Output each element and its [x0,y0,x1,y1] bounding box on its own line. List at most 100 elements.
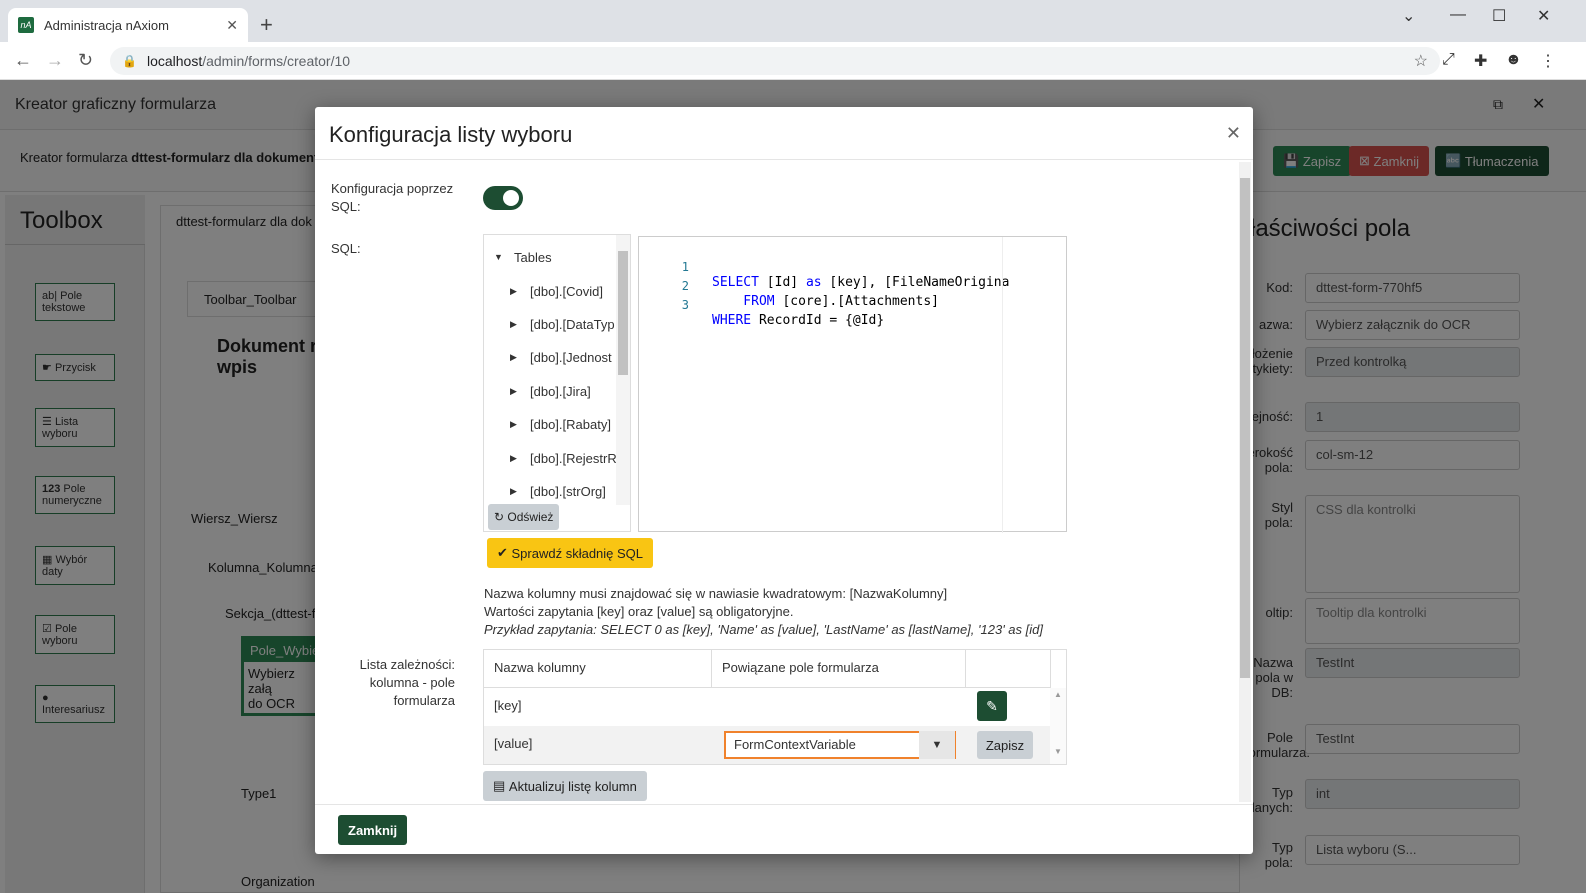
sql-text: [Id] [758,275,806,290]
tree-item[interactable]: ▶ [dbo].[DataTyp [510,313,615,335]
caret-right-icon: ▶ [510,285,517,296]
caret-right-icon: ▶ [510,318,517,329]
tree-item-label: [dbo].[Rabaty] [530,416,611,432]
address-bar[interactable]: 🔒 localhost/admin/forms/creator/10 ☆ [110,47,1440,75]
tree-root-label: Tables [514,249,552,265]
tree-item[interactable]: ▶ [dbo].[Jednost [510,346,612,368]
sql-keyword: FROM [712,294,775,309]
modal-header: Konfiguracja listy wyboru ✕ [315,107,1253,160]
list-icon: ▤ [493,778,509,793]
editor-line: 1 SELECT [Id] as [key], [FileNameOrigina [639,245,1010,290]
modal-close-icon[interactable]: ✕ [1226,123,1241,144]
hint-example: Przykład zapytania: SELECT 0 as [key], '… [484,622,1043,637]
browser-toolbar: ← → ↻ 🔒 localhost/admin/forms/creator/10… [0,42,1586,80]
modal-scroll-thumb[interactable] [1240,178,1250,678]
browser-menu-icon[interactable]: ⋮ [1540,51,1556,71]
col-header-name: Nazwa kolumny [484,650,712,688]
fullscreen-icon[interactable]: ⤢ [1442,51,1455,69]
url-host: localhost [146,53,203,69]
tree-item[interactable]: ▶ [dbo].[RejestrR [510,447,617,469]
sql-editor[interactable]: 1 SELECT [Id] as [key], [FileNameOrigina… [638,236,1067,533]
update-columns-button[interactable]: ▤ Aktualizuj listę kolumn [483,771,647,801]
caret-down-icon: ▼ [494,252,503,262]
profile-menu-icon[interactable]: ⌄ [1402,6,1415,26]
tree-item[interactable]: ▶ [dbo].[Jira] [510,380,591,402]
editor-line: 2 FROM [core].[Attachments] [639,264,939,309]
browser-tabbar: nA Administracja nAxiom ✕ + ⌄ — ☐ ✕ [0,0,1586,42]
sql-keyword: as [805,275,822,290]
modal-body: Konfiguracja poprzez SQL: SQL: ▼ Tables ▶… [315,160,1253,804]
modal-title: Konfiguracja listy wyboru [329,122,573,147]
caret-right-icon: ▶ [510,452,517,463]
table-scrollbar[interactable]: ▲ ▼ [1050,688,1066,764]
hint-column-name: Nazwa kolumny musi znajdować się w nawia… [484,586,948,601]
modal-footer: Zamknij [315,804,1253,854]
scroll-down-icon[interactable]: ▼ [1050,699,1066,756]
check-sql-label: Sprawdź składnię SQL [511,545,644,561]
line-number: 3 [681,298,689,312]
scroll-up-icon[interactable]: ▲ [1050,688,1066,699]
modal-scrollbar[interactable] [1239,162,1251,802]
tree-root[interactable]: ▼ Tables [494,246,552,268]
tree-item-label: [dbo].[Jednost [530,349,612,365]
tree-item-label: [dbo].[Covid] [530,283,603,299]
check-circle-icon: ✔ [497,545,512,560]
tree-item-label: [dbo].[Jira] [530,383,591,399]
caret-right-icon: ▶ [510,418,517,429]
table-row-key-name: [key] [494,698,522,713]
sql-config-toggle[interactable] [483,186,523,210]
refresh-button[interactable]: ↻ Odśwież [488,504,560,530]
modal-close-button[interactable]: Zamknij [338,815,408,845]
browser-tab[interactable]: nA Administracja nAxiom ✕ [8,8,248,42]
caret-down-icon[interactable]: ▼ [919,731,955,759]
save-row-button[interactable]: Zapisz [977,731,1033,759]
edit-row-button[interactable]: ✎ [977,691,1007,721]
lock-icon: 🔒 [122,54,137,68]
tables-tree: ▼ Tables ▶ [dbo].[Covid] ▶ [dbo].[DataTyp ▶… [483,234,631,532]
line-code: WHERE RecordId = {@Id} [712,313,884,328]
tab-close-icon[interactable]: ✕ [226,17,238,34]
caret-right-icon: ▶ [510,351,517,362]
pencil-icon: ✎ [986,697,998,714]
tree-item[interactable]: ▶ [dbo].[Covid] [510,280,603,302]
dependencies-table: Nazwa kolumny Powiązane pole formularza … [483,649,1067,765]
tree-item-label: [dbo].[DataTyp [530,316,615,332]
reload-icon[interactable]: ↻ [78,50,93,71]
caret-right-icon: ▶ [510,485,517,496]
col-header-field: Powiązane pole formularza [712,650,966,688]
bookmark-star-icon[interactable]: ☆ [1414,51,1428,71]
line-code: SELECT [Id] as [key], [FileNameOrigina [712,275,1009,290]
extensions-icon[interactable]: ✚ [1474,51,1487,71]
tree-scroll-thumb[interactable] [618,251,628,375]
sql-text: [core].[Attachments] [774,294,939,309]
tree-item-label: [dbo].[RejestrR [530,450,617,466]
line-code: FROM [core].[Attachments] [712,294,939,309]
col-header-actions [966,650,1051,688]
sql-text: RecordId = {@Id} [751,313,885,328]
editor-line: 3 WHERE RecordId = {@Id} [639,283,884,328]
tree-scrollbar[interactable] [616,235,630,505]
refresh-icon: ↻ [494,510,508,524]
caret-right-icon: ▶ [510,385,517,396]
hint-required: Wartości zapytania [key] oraz [value] są… [484,604,794,619]
tab-title: Administracja nAxiom [44,17,169,33]
new-tab-icon[interactable]: + [260,12,273,38]
update-columns-label: Aktualizuj listę kolumn [508,778,637,794]
sql-keyword: SELECT [712,275,759,290]
tree-item[interactable]: ▶ [dbo].[Rabaty] [510,413,611,435]
maximize-icon[interactable]: ☐ [1492,6,1506,26]
editor-minimap[interactable] [1002,237,1042,533]
forward-icon[interactable]: → [46,50,64,71]
sql-keyword: WHERE [712,313,752,328]
refresh-label: Odśwież [507,510,554,524]
select-list-config-modal: Konfiguracja listy wyboru ✕ Konfiguracja… [315,107,1253,854]
tree-item-label: [dbo].[strOrg] [530,483,606,499]
window-close-icon[interactable]: ✕ [1537,6,1550,26]
check-sql-button[interactable]: ✔ Sprawdź składnię SQL [487,538,654,568]
tree-item[interactable]: ▶ [dbo].[strOrg] [510,480,606,502]
back-icon[interactable]: ← [14,50,32,71]
profile-avatar-icon[interactable]: ☻ [1505,51,1522,69]
sql-toggle-label: Konfiguracja poprzez SQL: [331,181,454,214]
sql-text: [key], [FileNameOrigina [821,275,1010,290]
minimize-icon[interactable]: — [1450,6,1466,24]
